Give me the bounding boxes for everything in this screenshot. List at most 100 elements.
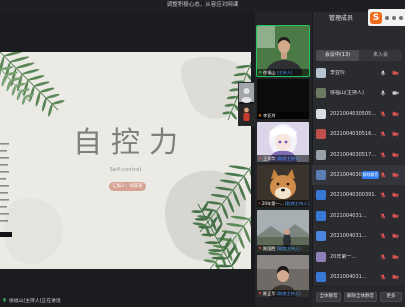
tab-in-meeting[interactable]: 会议中(13) <box>316 50 359 61</box>
member-row[interactable]: 2021004030505… <box>312 104 405 124</box>
video-tile[interactable]: 王润华 (联席主持人) <box>257 122 309 162</box>
camera-off-icon[interactable] <box>392 233 399 239</box>
camera-off-icon[interactable] <box>392 192 399 199</box>
palm-leaflet <box>10 56 30 63</box>
slide-title: 自控力 <box>72 125 187 159</box>
mic-icon[interactable] <box>380 90 386 97</box>
mic-icon <box>2 297 7 303</box>
tab-not-joined[interactable]: 未入会 <box>359 50 402 61</box>
camera-off-icon[interactable] <box>392 213 399 219</box>
mic-muted-icon[interactable] <box>380 213 386 219</box>
ime-toolbar[interactable]: S <box>368 9 405 26</box>
member-name: 2021004031… <box>330 233 367 240</box>
mic-muted-icon[interactable] <box>380 111 386 117</box>
mic-icon <box>258 113 262 117</box>
palm-leaflet <box>40 87 55 93</box>
palm-leaflet <box>11 85 16 96</box>
participant-role: (联席主持人) <box>276 291 301 296</box>
member-row[interactable]: 2021004030… 解除静音 <box>312 165 405 186</box>
member-row[interactable]: 20年第一… <box>312 247 405 267</box>
palm-leaflet <box>243 176 251 195</box>
member-row[interactable]: 2021004030517… <box>312 145 405 165</box>
camera-off-icon[interactable] <box>392 172 399 178</box>
camera-off-icon[interactable] <box>392 111 399 117</box>
member-row[interactable]: 20210040300391… <box>312 185 405 205</box>
palm-leaflet <box>16 62 35 69</box>
palm-leaflet <box>3 52 25 57</box>
slide-blob-left <box>3 198 63 265</box>
member-row[interactable]: 2021004030516… <box>312 124 405 144</box>
member-name: 20年第一… <box>330 253 357 260</box>
member-avatar <box>316 108 326 119</box>
ime-mode-icon[interactable] <box>385 15 389 20</box>
mic-muted-icon[interactable] <box>380 152 386 158</box>
mic-muted-icon <box>258 156 262 161</box>
palm-leaflet <box>21 69 40 75</box>
more-button[interactable]: 更多 <box>380 292 402 302</box>
ime-punctuation-icon[interactable] <box>392 15 396 20</box>
mic-muted-icon[interactable] <box>380 254 386 260</box>
left-overlay-lines <box>0 143 12 237</box>
member-row[interactable]: 2021004031… <box>312 226 405 246</box>
camera-off-icon[interactable] <box>392 70 399 76</box>
presenter-badge: 汇报人：徐某某 <box>109 182 146 191</box>
palm-leaflet <box>41 98 47 112</box>
member-row[interactable]: 李亚玲 <box>312 63 405 83</box>
member-row[interactable]: 2021004031… <box>312 267 405 287</box>
panel-title: 管理成员 <box>329 15 354 22</box>
video-tile[interactable]: 李亚玲 <box>257 79 309 119</box>
floating-video-window[interactable] <box>238 82 255 126</box>
mute-all-button[interactable]: 全体静音 <box>316 292 341 302</box>
member-name: 2021004031… <box>330 212 367 219</box>
member-name: 徐福山(主持人) <box>330 90 364 97</box>
member-avatar <box>316 149 326 160</box>
mic-muted-icon[interactable] <box>380 274 386 280</box>
palm-leaf-top-left-small <box>0 66 34 105</box>
slide-subtitle: Self-control <box>109 167 142 173</box>
camera-icon[interactable] <box>392 90 399 96</box>
mic-muted-icon <box>258 291 262 296</box>
left-overlay-list[interactable] <box>0 141 12 237</box>
participant-name: 陈正华 <box>263 291 276 296</box>
mic-muted-icon <box>258 246 262 251</box>
mic-icon <box>258 70 262 74</box>
speaking-text: 徐福山(主持人)正在讲话 <box>9 298 61 304</box>
mic-muted-icon[interactable] <box>380 192 386 199</box>
mic-icon[interactable] <box>380 70 386 76</box>
camera-off-icon[interactable] <box>392 151 399 158</box>
participant-name: 王润华 <box>263 156 276 161</box>
video-tile[interactable]: 陈国胜 (联席主持人) <box>257 210 309 252</box>
participant-role: (联席主持人) <box>276 246 301 251</box>
mic-muted-icon[interactable] <box>380 131 386 137</box>
member-row[interactable]: 2021004031… <box>312 206 405 226</box>
video-tile[interactable]: 陈正华 (联席主持人) <box>257 255 309 297</box>
participant-role: (联席主持人) <box>276 156 301 161</box>
member-list[interactable]: 李亚玲徐福山(主持人) 2021004030505… 2021004030516… 2… <box>312 63 405 287</box>
palm-leaflet <box>27 75 45 81</box>
camera-off-icon[interactable] <box>392 253 399 260</box>
member-row[interactable]: 徐福山(主持人) <box>312 83 405 103</box>
ime-settings-icon[interactable] <box>399 15 403 20</box>
ime-logo[interactable]: S <box>370 11 382 24</box>
palm-leaflet <box>249 219 251 237</box>
participant-name: 20年第一… <box>261 201 284 206</box>
video-tile-label: 徐福山 (主持人) <box>257 69 309 76</box>
palm-leaflet <box>46 93 60 99</box>
mic-muted-icon[interactable] <box>380 233 386 239</box>
member-avatar <box>316 210 326 221</box>
unmute-all-button[interactable]: 解除全体静音 <box>344 292 377 302</box>
mic-muted-icon[interactable] <box>380 172 386 178</box>
camera-off-icon[interactable] <box>392 131 399 137</box>
presentation-slide: 自控力 Self-control 汇报人：徐某某 <box>0 52 251 269</box>
member-name: 2021004030517… <box>330 151 376 158</box>
camera-off-icon[interactable] <box>392 274 399 280</box>
video-tile[interactable]: 20年第一… (联席主持人) <box>257 165 309 207</box>
video-tile[interactable]: 徐福山 (主持人) <box>256 25 310 77</box>
member-name: 李亚玲 <box>330 70 346 76</box>
member-avatar <box>316 68 326 78</box>
unmute-member-button[interactable]: 解除静音 <box>362 171 379 179</box>
member-avatar <box>316 190 326 201</box>
member-avatar <box>316 231 326 242</box>
palm-leaflet <box>48 104 53 117</box>
participant-name: 徐福山 <box>263 70 276 75</box>
